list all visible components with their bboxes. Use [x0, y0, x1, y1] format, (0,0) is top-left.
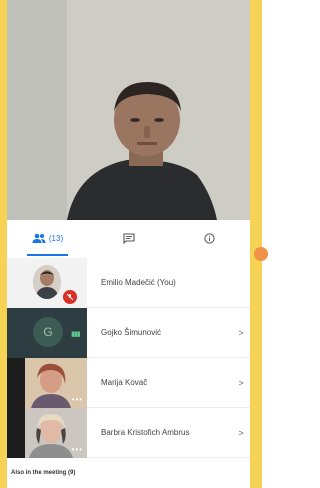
chevron-right-icon[interactable]: > [232, 378, 250, 388]
participant-thumbnail: ••• [7, 357, 87, 408]
tab-people[interactable]: (13) [7, 220, 88, 256]
tab-info[interactable] [169, 220, 250, 256]
avatar: G [33, 316, 63, 347]
background-right-edge [250, 0, 262, 488]
chevron-right-icon[interactable]: > [232, 428, 250, 438]
chat-icon [122, 232, 135, 244]
background-left-edge [0, 0, 7, 488]
people-icon [32, 233, 46, 243]
more-dots-icon[interactable]: ••• [72, 445, 83, 454]
people-count: (13) [48, 233, 64, 243]
participant-name: Barbra Kristofich Ambrus [101, 428, 190, 437]
participant-thumbnail: G ▮▮▮ [7, 307, 87, 358]
meeting-screen: (13) Emilio Madečić (You) G ▮▮▮ Gojko Ši… [7, 0, 250, 488]
participant-row[interactable]: G ▮▮▮ Gojko Šimunović > [7, 307, 250, 358]
chevron-right-icon[interactable]: > [232, 328, 250, 338]
participant-name: Gojko Šimunović [101, 328, 162, 337]
participants-list: Emilio Madečić (You) G ▮▮▮ Gojko Šimunov… [7, 257, 250, 458]
active-tab-indicator [27, 254, 68, 256]
participant-row[interactable]: ••• Marija Kovač > [7, 357, 250, 408]
participant-thumbnail: ••• [7, 407, 87, 458]
more-dots-icon[interactable]: ••• [72, 395, 83, 404]
participant-name: Emilio Madečić (You) [101, 278, 176, 287]
tab-chat[interactable] [88, 220, 169, 256]
participant-row[interactable]: ••• Barbra Kristofich Ambrus > [7, 407, 250, 458]
mic-off-icon [63, 289, 77, 304]
participant-thumbnail [7, 257, 87, 308]
avatar [33, 264, 61, 299]
orange-indicator-dot [254, 247, 268, 261]
also-in-meeting-heading: Also in the meeting (9) [11, 470, 76, 476]
participant-row[interactable]: Emilio Madečić (You) [7, 257, 250, 308]
audio-level-icon: ▮▮▮ [71, 330, 81, 338]
main-video-feed[interactable] [7, 0, 250, 220]
participant-name: Marija Kovač [101, 378, 148, 387]
speaker-video-image [7, 0, 250, 220]
info-icon [204, 232, 215, 244]
meeting-tab-bar: (13) [7, 220, 250, 256]
